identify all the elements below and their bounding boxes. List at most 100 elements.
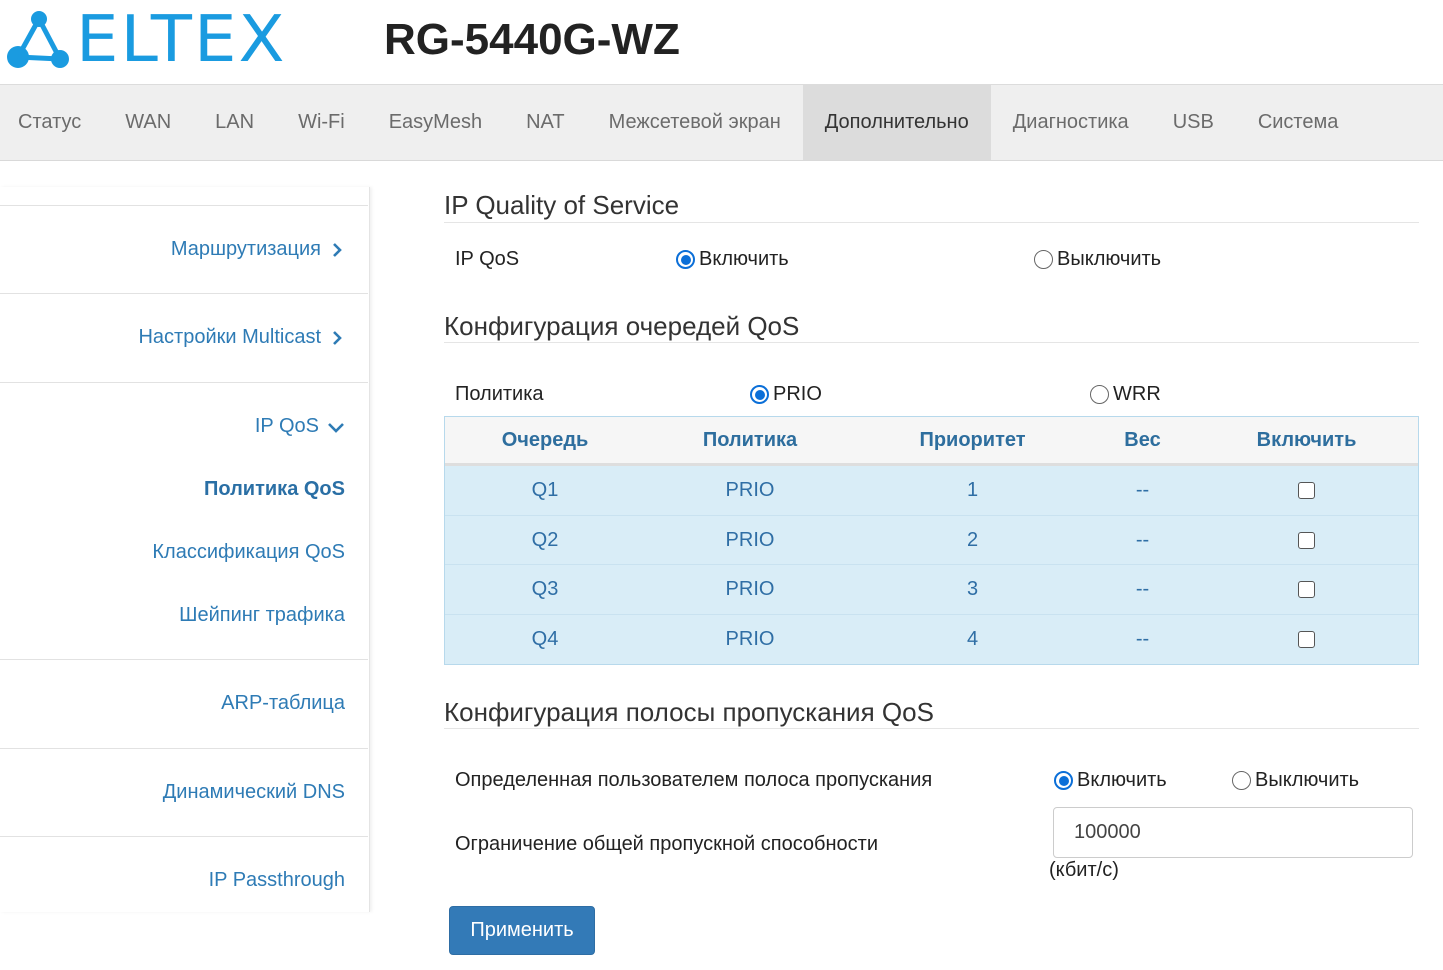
sidebar-item-label: Настройки Multicast bbox=[138, 326, 321, 348]
cell-policy: PRIO bbox=[725, 479, 775, 501]
header: ELTEX RG-5440G-WZ bbox=[0, 0, 1443, 84]
column-header-weight: Вес bbox=[1124, 428, 1161, 451]
sidebar-item-label: IP QoS bbox=[254, 415, 319, 437]
enable-checkbox[interactable] bbox=[1298, 630, 1315, 648]
tab-status[interactable]: Статус bbox=[0, 85, 103, 160]
radio-unchecked-icon bbox=[1034, 250, 1053, 269]
tab-system[interactable]: Система bbox=[1236, 85, 1361, 160]
tab-lan[interactable]: LAN bbox=[193, 85, 276, 160]
user-bandwidth-enable-radio[interactable]: Включить bbox=[1054, 769, 1167, 792]
sidebar-subitem-traffic-shaping[interactable]: Шейпинг трафика bbox=[179, 604, 345, 627]
section-title-bandwidth-config: Конфигурация полосы пропускания QoS bbox=[444, 697, 934, 727]
eltex-network-icon bbox=[7, 11, 69, 68]
logo-text: ELTEX bbox=[76, 3, 287, 77]
total-bandwidth-limit-label: Ограничение общей пропускной способности bbox=[455, 833, 878, 855]
radio-label: Выключить bbox=[1255, 769, 1360, 791]
table-row: Q1 PRIO 1 -- bbox=[445, 466, 1418, 516]
section-title-queue-config: Конфигурация очередей QoS bbox=[444, 311, 800, 341]
section-title-ip-qos: IP Quality of Service bbox=[444, 190, 680, 220]
cell-enable bbox=[1195, 516, 1418, 565]
tab-firewall[interactable]: Межсетевой экран bbox=[587, 85, 803, 160]
cell-weight: -- bbox=[1135, 627, 1150, 650]
cell-policy: PRIO bbox=[725, 528, 775, 551]
user-bandwidth-disable-radio[interactable]: Выключить bbox=[1232, 769, 1359, 792]
cell-weight: -- bbox=[1135, 528, 1150, 551]
enable-checkbox[interactable] bbox=[1298, 531, 1315, 549]
chevron-down-icon bbox=[328, 422, 344, 433]
sidebar-divider bbox=[0, 748, 368, 749]
sidebar-divider bbox=[0, 205, 368, 206]
cell-weight: -- bbox=[1135, 479, 1150, 501]
radio-label: Выключить bbox=[1057, 248, 1162, 270]
sidebar-item-label: Маршрутизация bbox=[170, 238, 321, 260]
cell-enable bbox=[1195, 565, 1418, 614]
column-header-priority: Приоритет bbox=[919, 428, 1026, 451]
radio-label: Включить bbox=[1077, 769, 1167, 791]
column-header-enable: Включить bbox=[1256, 428, 1357, 451]
cell-weight: -- bbox=[1135, 578, 1150, 600]
tab-wifi[interactable]: Wi-Fi bbox=[276, 85, 367, 160]
cell-queue: Q1 bbox=[531, 479, 559, 501]
tab-wan[interactable]: WAN bbox=[103, 85, 193, 160]
radio-label: PRIO bbox=[773, 383, 822, 405]
radio-label: Включить bbox=[699, 248, 789, 270]
sidebar: Маршрутизация Настройки Multicast IP QoS… bbox=[0, 187, 370, 912]
table-row: Q4 PRIO 4 -- bbox=[445, 614, 1418, 664]
cell-policy: PRIO bbox=[725, 627, 775, 650]
section-divider bbox=[444, 728, 1419, 729]
total-bandwidth-input[interactable]: 100000 bbox=[1053, 807, 1413, 858]
table-header: Очередь Политика Приоритет Вес Включить bbox=[445, 417, 1418, 466]
radio-checked-icon bbox=[750, 385, 769, 404]
sidebar-item-ip-passthrough[interactable]: IP Passthrough bbox=[209, 869, 345, 892]
cell-priority: 2 bbox=[966, 528, 979, 551]
ipqos-enable-radio[interactable]: Включить bbox=[676, 248, 789, 271]
column-header-queue: Очередь bbox=[501, 428, 589, 451]
tab-usb[interactable]: USB bbox=[1151, 85, 1236, 160]
cell-priority: 4 bbox=[966, 627, 979, 650]
column-header-policy: Политика bbox=[702, 428, 798, 451]
radio-unchecked-icon bbox=[1090, 385, 1109, 404]
eltex-logo[interactable]: ELTEX bbox=[6, 8, 296, 72]
enable-checkbox[interactable] bbox=[1298, 482, 1315, 499]
radio-checked-icon bbox=[1054, 771, 1073, 790]
policy-wrr-radio[interactable]: WRR bbox=[1090, 383, 1161, 406]
sidebar-item-dynamic-dns[interactable]: Динамический DNS bbox=[163, 781, 345, 804]
sidebar-divider bbox=[0, 293, 368, 294]
cell-policy: PRIO bbox=[725, 578, 775, 600]
ipqos-disable-radio[interactable]: Выключить bbox=[1034, 248, 1161, 271]
sidebar-subitem-qos-classification[interactable]: Классификация QoS bbox=[152, 541, 345, 564]
sidebar-item-arp-table[interactable]: ARP-таблица bbox=[221, 692, 345, 715]
tab-easymesh[interactable]: EasyMesh bbox=[367, 85, 504, 160]
sidebar-item-label: IP Passthrough bbox=[208, 869, 345, 891]
cell-enable bbox=[1195, 466, 1418, 515]
sidebar-item-multicast[interactable]: Настройки Multicast bbox=[138, 326, 345, 349]
cell-queue: Q4 bbox=[531, 627, 559, 650]
device-model: RG-5440G-WZ bbox=[384, 15, 680, 64]
sidebar-divider bbox=[0, 382, 368, 383]
sidebar-item-ipqos[interactable]: IP QoS bbox=[255, 415, 345, 438]
table-row: Q3 PRIO 3 -- bbox=[445, 565, 1418, 615]
sidebar-item-label: ARP-таблица bbox=[221, 692, 345, 714]
enable-checkbox[interactable] bbox=[1298, 581, 1315, 598]
apply-button[interactable]: Применить bbox=[449, 906, 595, 955]
radio-checked-icon bbox=[676, 250, 695, 269]
tab-advanced[interactable]: Дополнительно bbox=[802, 85, 991, 160]
chevron-right-icon bbox=[333, 330, 342, 345]
user-bandwidth-label: Определенная пользователем полоса пропус… bbox=[455, 769, 933, 791]
sidebar-item-routing[interactable]: Маршрутизация bbox=[171, 238, 345, 261]
tab-diagnostics[interactable]: Диагностика bbox=[991, 85, 1151, 160]
policy-prio-radio[interactable]: PRIO bbox=[750, 383, 822, 406]
queue-table: Очередь Политика Приоритет Вес Включить … bbox=[444, 416, 1419, 665]
sidebar-subitem-qos-policy[interactable]: Политика QoS bbox=[204, 478, 345, 501]
cell-priority: 3 bbox=[966, 578, 979, 600]
tab-nat[interactable]: NAT bbox=[504, 85, 587, 160]
radio-unchecked-icon bbox=[1232, 771, 1251, 790]
sidebar-divider bbox=[0, 659, 368, 660]
policy-label: Политика bbox=[455, 383, 544, 405]
section-divider bbox=[444, 222, 1419, 223]
top-navigation: Статус WAN LAN Wi-Fi EasyMesh NAT Межсет… bbox=[0, 84, 1443, 161]
ipqos-label: IP QoS bbox=[455, 248, 520, 270]
cell-queue: Q2 bbox=[531, 528, 559, 551]
table-row: Q2 PRIO 2 -- bbox=[445, 515, 1418, 565]
cell-queue: Q3 bbox=[531, 578, 559, 600]
